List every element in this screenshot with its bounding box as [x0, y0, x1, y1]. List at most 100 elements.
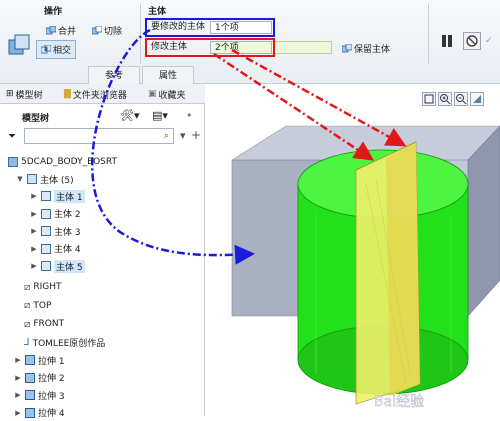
- intersect-button[interactable]: 相交: [36, 40, 77, 59]
- extrude-icon: [25, 407, 35, 418]
- filter-icon[interactable]: ⏷: [8, 131, 16, 142]
- intersect-icon: [41, 44, 51, 53]
- tree-extrude-label: 拉伸 1: [38, 356, 65, 367]
- tree-csys[interactable]: ⅃ TOMLEE原创作品: [24, 334, 105, 350]
- no-entry-icon: [466, 35, 478, 47]
- add-icon[interactable]: +: [191, 128, 201, 142]
- graphics-window[interactable]: Bai经验: [206, 84, 500, 416]
- search-icon: ⌕: [163, 131, 169, 141]
- tree-body-label: 主体 1: [54, 189, 85, 203]
- group-divider: [428, 4, 429, 64]
- body-group-label: 主体: [148, 7, 167, 17]
- tree-body-label: 主体 4: [54, 245, 81, 255]
- tree-settings-icon[interactable]: 🛠︎▾: [120, 109, 140, 122]
- model-tree-icon: ⊞: [6, 89, 14, 99]
- body-icon: [41, 191, 51, 201]
- dropdown-icon[interactable]: ▾: [180, 129, 186, 142]
- tree-extrude-4[interactable]: ▶ 拉伸 4: [14, 405, 65, 421]
- tab-model-tree[interactable]: ⊞ 模型树: [6, 86, 43, 102]
- tree-extrude-1[interactable]: ▶ 拉伸 1: [14, 352, 65, 368]
- tree-extrude-label: 拉伸 2: [38, 374, 65, 384]
- tree-extrude-label: 拉伸 3: [38, 391, 65, 402]
- search-input[interactable]: ⌕: [24, 128, 174, 144]
- tab-file-browser[interactable]: ▇ 文件夹浏览器: [64, 86, 127, 102]
- cut-icon: [92, 25, 102, 34]
- body-icon: [41, 226, 51, 236]
- stop-button[interactable]: [463, 32, 481, 50]
- keep-body-icon: [342, 43, 352, 52]
- body-to-modify-row: 要修改的主体 1个项: [145, 18, 275, 37]
- tree-body-label: 主体 2: [54, 210, 81, 220]
- tree-extrude-3[interactable]: ▶ 拉伸 3: [14, 387, 65, 403]
- tree-datum-plane[interactable]: ⧄ TOP: [24, 298, 51, 314]
- tab-properties[interactable]: 属性: [142, 66, 194, 84]
- tree-body-1[interactable]: ▶ 主体 1: [30, 188, 85, 204]
- expand-icon[interactable]: ▶: [30, 210, 38, 218]
- tree-bodies-group-label: 主体 (5): [40, 175, 74, 186]
- cut-button[interactable]: 切除: [92, 24, 122, 37]
- tree-datum-label: FRONT: [33, 319, 65, 329]
- yellow-body: [355, 141, 421, 405]
- datum-plane-icon: ⧄: [24, 318, 31, 330]
- merge-button[interactable]: 合并: [46, 24, 76, 37]
- tree-body-label: 主体 5: [54, 259, 85, 273]
- body-icon: [41, 261, 51, 271]
- tree-extrude-2[interactable]: ▶ 拉伸 2: [14, 370, 65, 386]
- expand-icon[interactable]: ▶: [14, 409, 22, 417]
- expand-icon[interactable]: ▶: [30, 245, 38, 253]
- tree-bodies-group[interactable]: ▼ 主体 (5): [16, 171, 74, 187]
- tree-root[interactable]: 5DCAD_BODY_BOSRT: [8, 154, 117, 170]
- intersect-label: 相交: [53, 46, 72, 56]
- tree-datum-label: RIGHT: [33, 282, 62, 292]
- tree-body-label: 主体 3: [54, 227, 81, 238]
- part-icon: [8, 157, 18, 167]
- expand-icon[interactable]: ▶: [30, 262, 38, 270]
- tab-reference[interactable]: 参考: [88, 66, 140, 84]
- body-to-modify-label: 要修改的主体: [151, 22, 206, 32]
- tree-datum-plane[interactable]: ⧄ FRONT: [24, 316, 64, 332]
- tree-body-3[interactable]: ▶ 主体 3: [30, 223, 81, 239]
- keep-body-checkbox[interactable]: 保留主体: [342, 42, 390, 55]
- extrude-icon: [25, 372, 35, 383]
- expand-icon[interactable]: ▶: [30, 227, 38, 235]
- tree-body-4[interactable]: ▶ 主体 4: [30, 241, 81, 257]
- expand-icon[interactable]: ▶: [14, 356, 22, 364]
- merge-label: 合并: [58, 27, 77, 37]
- expand-icon[interactable]: ▶: [14, 374, 22, 382]
- bodies-icon: [27, 174, 37, 184]
- more-icon[interactable]: •: [186, 109, 193, 122]
- tab-favorites[interactable]: ▣ 收藏夹: [148, 86, 186, 102]
- modify-body-collector[interactable]: 2个项: [210, 41, 272, 54]
- tree-show-icon[interactable]: ▤▾: [152, 109, 168, 122]
- tree-title: 模型树: [22, 114, 50, 124]
- extrude-icon: [25, 355, 35, 365]
- tree-datum-label: TOP: [33, 300, 52, 311]
- modify-body-label: 修改主体: [151, 42, 188, 52]
- cut-label: 切除: [104, 27, 123, 37]
- pause-button[interactable]: [440, 34, 454, 48]
- tab-favorites-label: 收藏夹: [158, 90, 186, 101]
- truncated-label: ✓: [485, 36, 493, 46]
- navigator-panel: ⊞ 模型树 ▇ 文件夹浏览器 ▣ 收藏夹 模型树 🛠︎▾ ▤▾ • ⏷ ⌕ ▾ …: [0, 84, 205, 419]
- tree-extrude-label: 拉伸 4: [38, 409, 65, 419]
- tree-body-5[interactable]: ▶ 主体 5: [30, 258, 85, 274]
- datum-plane-icon: ⧄: [24, 281, 31, 293]
- ribbon: 操作 合并 切除 相交 主体 要修改的主体 1个项 修改主体 2个项 保留主体 …: [0, 0, 500, 84]
- datum-plane-icon: ⧄: [24, 300, 31, 311]
- merge-icon: [46, 25, 56, 34]
- body-to-modify-collector[interactable]: 1个项: [210, 21, 272, 34]
- expand-icon[interactable]: ▶: [14, 391, 22, 399]
- tree-datum-plane[interactable]: ⧄ RIGHT: [24, 279, 62, 295]
- extrude-icon: [25, 390, 35, 400]
- body-operations-icon: [8, 34, 30, 56]
- tree-body-2[interactable]: ▶ 主体 2: [30, 206, 81, 222]
- tab-file-browser-label: 文件夹浏览器: [72, 90, 127, 101]
- keep-body-label: 保留主体: [354, 45, 391, 55]
- pause-icon: [442, 35, 452, 47]
- expand-icon[interactable]: ▼: [16, 175, 24, 183]
- modify-body-row: 修改主体 2个项: [145, 38, 275, 57]
- tree-csys-label: TOMLEE原创作品: [32, 338, 106, 349]
- folder-icon: ▇: [64, 89, 71, 99]
- operations-group-label: 操作: [44, 7, 63, 17]
- expand-icon[interactable]: ▶: [30, 192, 38, 200]
